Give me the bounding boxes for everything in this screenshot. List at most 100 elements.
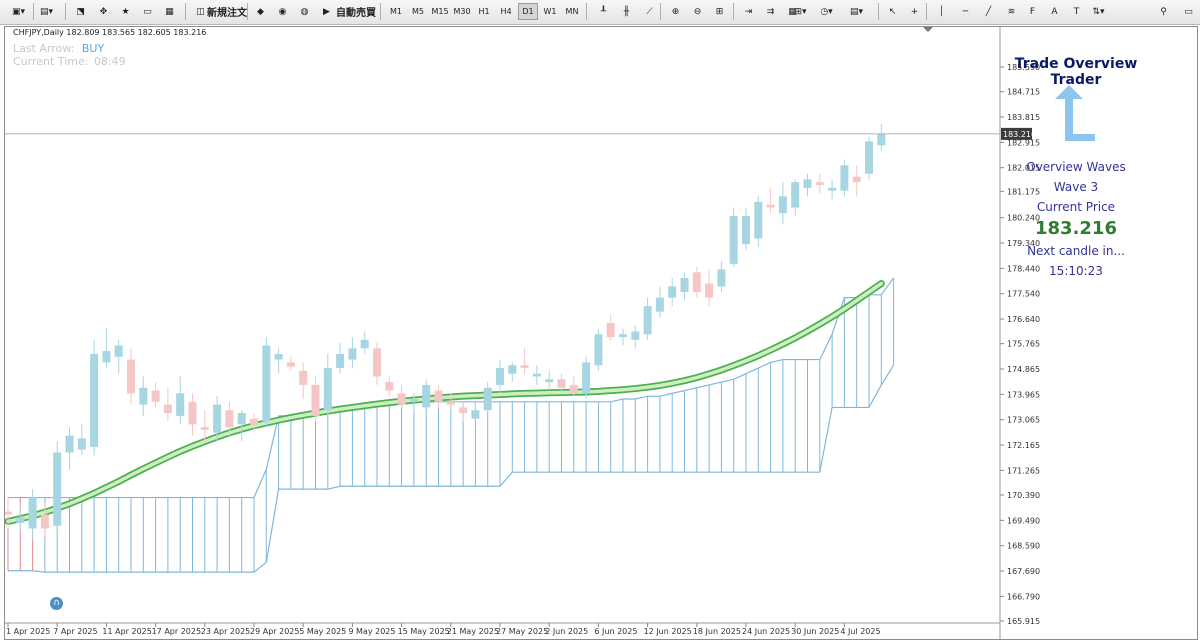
metaeditor-icon[interactable]: ◆ — [252, 3, 269, 20]
label-icon[interactable]: T — [1068, 3, 1085, 20]
autoscroll-icon[interactable]: ⇉ — [762, 3, 779, 20]
horizontal-line-icon[interactable]: ─ — [957, 3, 974, 20]
candle-body[interactable] — [852, 176, 861, 183]
candle-body[interactable] — [323, 368, 332, 411]
candle-body[interactable] — [754, 201, 763, 239]
candle-body[interactable] — [496, 368, 504, 385]
candle-body[interactable] — [508, 365, 517, 374]
candle-body[interactable] — [200, 427, 209, 430]
candle-body[interactable] — [778, 196, 787, 214]
chart-window[interactable]: 183.216 185.590 184.715 183.815 182.915 182.0… — [4, 26, 1198, 640]
candle-body[interactable] — [385, 382, 394, 391]
candle-body[interactable] — [840, 165, 849, 191]
candle-body[interactable] — [434, 390, 443, 402]
candle-body[interactable] — [16, 517, 25, 523]
indicators-icon[interactable]: ⊞▾ — [792, 3, 809, 20]
candle-body[interactable] — [250, 418, 258, 425]
candle-body[interactable] — [865, 141, 873, 174]
candle-body[interactable] — [471, 410, 480, 419]
candle-body[interactable] — [557, 379, 566, 388]
candle-body[interactable] — [692, 272, 701, 293]
candle-body[interactable] — [53, 452, 62, 526]
text-icon[interactable]: A — [1046, 3, 1063, 20]
candle-body[interactable] — [791, 182, 800, 208]
candle-body[interactable] — [520, 365, 529, 369]
profiles-icon[interactable]: ▤▾ — [38, 3, 55, 20]
candle-body[interactable] — [127, 359, 135, 394]
candle-body[interactable] — [643, 306, 652, 335]
candle-body[interactable] — [742, 215, 750, 245]
timeframe-m1[interactable]: M1 — [386, 3, 406, 20]
candle-body[interactable] — [705, 283, 714, 298]
timeframe-m15[interactable]: M15 — [430, 3, 450, 20]
candle-body[interactable] — [582, 362, 591, 394]
candle-body[interactable] — [311, 384, 320, 416]
candle-body[interactable] — [90, 353, 99, 447]
candle-body[interactable] — [360, 339, 369, 349]
community-icon[interactable]: ◉ — [274, 3, 291, 20]
terminal-icon[interactable]: ▭ — [139, 3, 156, 20]
candle-body[interactable] — [286, 362, 295, 367]
price-chart[interactable]: 183.216185.590184.715183.815182.915182.0… — [5, 27, 1197, 639]
candle-body[interactable] — [729, 215, 738, 264]
candle-body[interactable] — [163, 404, 172, 414]
candle-body[interactable] — [237, 413, 246, 425]
timeframe-m5[interactable]: M5 — [408, 3, 428, 20]
candle-body[interactable] — [815, 182, 824, 186]
candle-body[interactable] — [409, 398, 418, 402]
trendline-icon[interactable]: ╱ — [980, 3, 997, 20]
candle-body[interactable] — [114, 345, 123, 357]
candle-body[interactable] — [631, 331, 640, 340]
candle-body[interactable] — [877, 133, 886, 146]
autotrading-icon[interactable]: ▶ — [318, 3, 335, 20]
candle-body[interactable] — [262, 345, 271, 422]
candle-body[interactable] — [102, 351, 111, 363]
candle-body[interactable] — [766, 204, 775, 208]
candle-body[interactable] — [422, 384, 431, 408]
candle-body[interactable] — [274, 353, 283, 360]
channel-icon[interactable]: ≋ — [1003, 3, 1020, 20]
signals-icon[interactable]: ◍ — [296, 3, 313, 20]
timeframe-m30[interactable]: M30 — [452, 3, 472, 20]
vertical-line-icon[interactable]: │ — [933, 3, 950, 20]
candle-body[interactable] — [803, 179, 812, 188]
new-order-button[interactable]: 新規注文 — [205, 3, 249, 20]
favorites-icon[interactable]: ★ — [117, 3, 134, 20]
crosshair-icon[interactable]: + — [906, 3, 923, 20]
candle-body[interactable] — [176, 393, 185, 416]
autotrading-button[interactable]: 自動売買 — [334, 3, 378, 20]
fibonacci-icon[interactable]: F — [1024, 3, 1041, 20]
candle-body[interactable] — [40, 514, 49, 529]
bar-chart-icon[interactable]: ┸ — [595, 3, 612, 20]
arrows-icon[interactable]: ⇅▾ — [1090, 3, 1107, 20]
navigator-icon[interactable]: ✥ — [95, 3, 112, 20]
candle-body[interactable] — [5, 511, 12, 515]
candle-body[interactable] — [151, 390, 160, 402]
zoom-out-icon[interactable]: ⊖ — [689, 3, 706, 20]
candle-body[interactable] — [188, 401, 197, 425]
timeframe-h4[interactable]: H4 — [496, 3, 516, 20]
candle-body[interactable] — [65, 435, 74, 453]
candle-body[interactable] — [680, 277, 689, 293]
timeframe-h1[interactable]: H1 — [474, 3, 494, 20]
candle-body[interactable] — [28, 497, 37, 529]
line-chart-icon[interactable]: ⟋ — [641, 3, 658, 20]
candle-body[interactable] — [459, 407, 468, 414]
candle-body[interactable] — [225, 410, 234, 428]
chat-icon[interactable]: ▭ — [1180, 3, 1197, 20]
search-icon[interactable]: ⚲ — [1155, 3, 1172, 20]
candle-body[interactable] — [606, 322, 615, 338]
candle-body[interactable] — [668, 286, 677, 298]
chart-shift-icon[interactable]: ⇥ — [740, 3, 757, 20]
timeframe-w1[interactable]: W1 — [540, 3, 560, 20]
templates-icon[interactable]: ▤▾ — [848, 3, 865, 20]
tile-windows-icon[interactable]: ⊞ — [711, 3, 728, 20]
candle-body[interactable] — [446, 401, 455, 405]
candle-body[interactable] — [336, 353, 345, 369]
candle-body[interactable] — [594, 334, 603, 366]
candle-body[interactable] — [348, 348, 357, 360]
candle-body[interactable] — [397, 393, 406, 405]
candle-body[interactable] — [545, 379, 554, 383]
candle-body[interactable] — [619, 334, 627, 338]
candle-body[interactable] — [569, 384, 578, 394]
